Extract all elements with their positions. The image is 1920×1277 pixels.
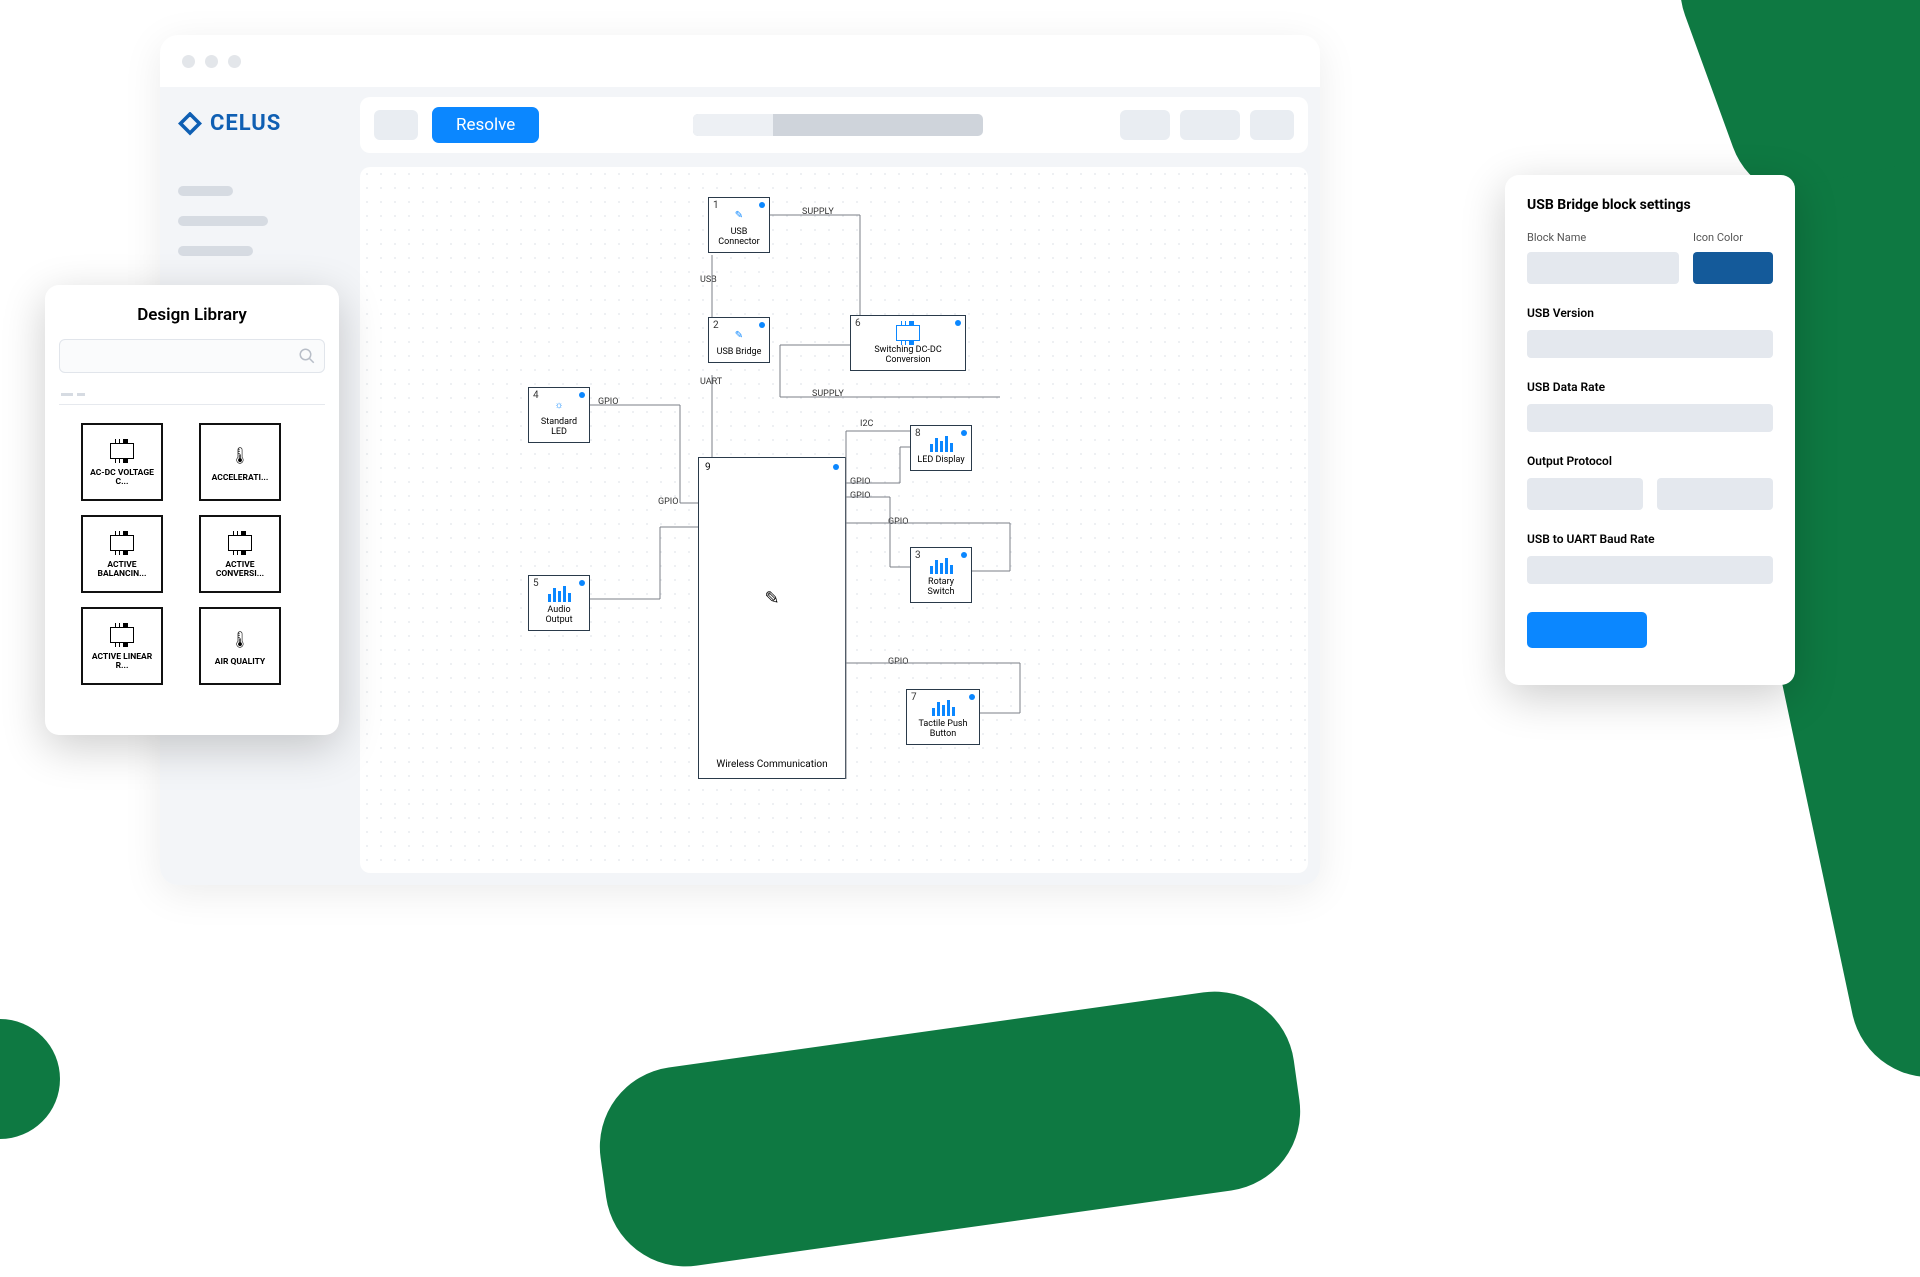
design-library-panel[interactable]: Design Library AC-DC VOLTAGE C... 🌡ACCEL… [45,285,339,735]
block-settings-panel[interactable]: USB Bridge block settings Block Name Ico… [1505,175,1795,685]
toolbar-placeholder[interactable] [1120,110,1170,140]
canvas-block-rotary-switch[interactable]: 3 Rotary Switch [910,547,972,603]
toolbar-placeholder[interactable] [374,110,418,140]
port-label: SUPPLY [802,207,834,217]
block-status-dot-icon [961,430,967,436]
bg-shape [589,981,1310,1276]
field-label: Output Protocol [1527,454,1773,468]
block-label: Wireless Communication [699,759,845,770]
block-status-dot-icon [759,202,765,208]
progress-fill [693,114,773,136]
window-control-icon[interactable] [205,55,218,68]
block-status-dot-icon [579,580,585,586]
output-protocol-input[interactable] [1527,478,1643,510]
library-item-air-quality[interactable]: 🌡AIR QUALITY [199,607,281,685]
dcdc-icon [853,320,963,346]
block-status-dot-icon [579,392,585,398]
nav-item-placeholder[interactable] [178,246,253,256]
block-status-dot-icon [759,322,765,328]
toolbar: Resolve [360,97,1308,153]
usb-version-input[interactable] [1527,330,1773,358]
design-canvas[interactable]: 9 ✎ Wireless Communication 1 ✎ USB Conne… [360,167,1308,873]
canvas-block-wireless[interactable]: 9 ✎ Wireless Communication [698,457,846,779]
port-label: GPIO [888,657,908,667]
window-control-icon[interactable] [228,55,241,68]
button-icon [909,694,977,720]
block-status-dot-icon [955,320,961,326]
nav-item-placeholder[interactable] [178,216,268,226]
chip-icon [228,529,252,557]
port-label: GPIO [850,491,870,501]
icon-color-picker[interactable] [1693,252,1773,284]
chip-icon [110,621,134,649]
library-item-active-balancing[interactable]: ACTIVE BALANCIN... [81,515,163,593]
port-label: GPIO [850,477,870,487]
chip-icon [110,437,134,465]
port-label: UART [700,377,722,387]
library-filter-icon[interactable] [59,387,325,396]
port-label: SUPPLY [812,389,844,399]
block-status-dot-icon [833,464,839,470]
field-label: USB Data Rate [1527,380,1773,394]
bg-shape [0,1019,60,1139]
settings-title: USB Bridge block settings [1527,197,1773,213]
field-label: Block Name [1527,231,1679,244]
logo-mark-icon [178,112,202,136]
block-name-input[interactable] [1527,252,1679,284]
port-label: USB [700,275,717,285]
thermometer-icon: 🌡 [230,442,250,470]
window-titlebar [160,35,1320,87]
canvas-block-standard-led[interactable]: 4 ☼ Standard LED [528,387,590,443]
block-status-dot-icon [969,694,975,700]
library-item-ac-dc[interactable]: AC-DC VOLTAGE C... [81,423,163,501]
canvas-block-led-display[interactable]: 8 LED Display [910,425,972,471]
resolve-button[interactable]: Resolve [432,107,539,143]
toolbar-placeholder[interactable] [1180,110,1240,140]
library-title: Design Library [59,305,325,325]
block-status-dot-icon [961,552,967,558]
nav-item-placeholder[interactable] [178,186,233,196]
thermometer-icon: 🌡 [230,626,250,654]
field-label: USB Version [1527,306,1773,320]
canvas-block-audio-output[interactable]: 5 Audio Output [528,575,590,631]
main-column: Resolve 9 ✎ Wireless Communication [360,87,1320,885]
port-label: GPIO [658,497,678,507]
canvas-block-tactile-button[interactable]: 7 Tactile Push Button [906,689,980,745]
brand-logo[interactable]: CELUS [178,111,342,136]
divider [59,404,325,405]
library-item-active-linear[interactable]: ACTIVE LINEAR R... [81,607,163,685]
field-label: Icon Color [1693,231,1773,244]
canvas-block-usb-bridge[interactable]: 2 ✎ USB Bridge [708,317,770,363]
block-number: 9 [705,462,711,473]
progress-bar [693,114,983,136]
port-label: GPIO [598,397,618,407]
port-label: GPIO [888,517,908,527]
canvas-block-dcdc[interactable]: 6 Switching DC-DC Conversion [850,315,966,371]
library-search-input[interactable] [59,339,325,373]
port-label: I2C [860,419,873,429]
library-item-accelerometer[interactable]: 🌡ACCELERATI... [199,423,281,501]
library-item-active-conversion[interactable]: ACTIVE CONVERSI... [199,515,281,593]
chip-icon [110,529,134,557]
window-control-icon[interactable] [182,55,195,68]
usb-data-rate-input[interactable] [1527,404,1773,432]
canvas-block-usb-connector[interactable]: 1 ✎ USB Connector [708,197,770,253]
uart-baud-input[interactable] [1527,556,1773,584]
search-icon [298,347,316,365]
toolbar-placeholder[interactable] [1250,110,1294,140]
apply-settings-button[interactable] [1527,612,1647,648]
brand-text: CELUS [210,111,281,136]
field-label: USB to UART Baud Rate [1527,532,1773,546]
output-protocol-input[interactable] [1657,478,1773,510]
